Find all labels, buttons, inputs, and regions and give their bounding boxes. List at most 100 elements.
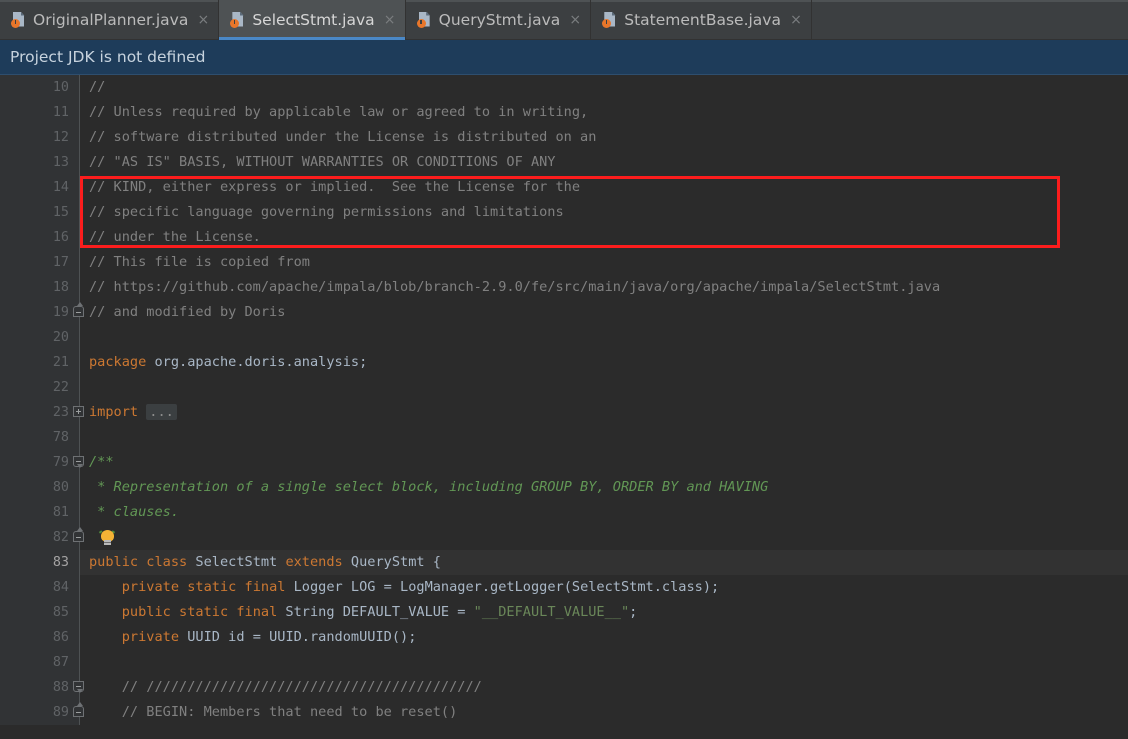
tab-label: QueryStmt.java	[438, 11, 561, 29]
code-line[interactable]: 82	[0, 525, 1128, 550]
code-line[interactable]: 13 // "AS IS" BASIS, WITHOUT WARRANTIES O…	[0, 150, 1128, 175]
close-icon[interactable]: ×	[567, 13, 581, 27]
code-editor[interactable]: 10 // 11 // Unless required by applicable l…	[0, 75, 1128, 739]
line-number-gutter[interactable]: 13	[0, 150, 79, 175]
code-line[interactable]: 78	[0, 425, 1128, 450]
line-number-gutter[interactable]: 21	[0, 350, 79, 375]
code-line[interactable]: 15 // specific language governing permiss…	[0, 200, 1128, 225]
line-number-gutter[interactable]: 15	[0, 200, 79, 225]
editor-tab-originalplanner-java[interactable]: OriginalPlanner.java ×	[0, 0, 220, 40]
fold-collapse-icon[interactable]	[73, 527, 86, 544]
code-token: // Unless required by applicable law or …	[89, 104, 589, 120]
fold-collapse-icon[interactable]	[73, 702, 86, 719]
line-number-gutter[interactable]: 23	[0, 400, 79, 425]
close-icon[interactable]: ×	[788, 13, 802, 27]
code-line[interactable]: 86 private UUID id = UUID.randomUUID();	[0, 625, 1128, 650]
line-number-gutter[interactable]: 86	[0, 625, 79, 650]
fold-collapse-icon[interactable]	[73, 456, 86, 469]
tab-label: SelectStmt.java	[252, 11, 375, 29]
code-token: * Representation of a single select bloc…	[89, 479, 769, 495]
lightbulb-intention-icon[interactable]	[98, 529, 116, 546]
line-number-gutter[interactable]: 79	[0, 450, 79, 475]
code-line[interactable]: 18 // https://github.com/apache/impala/bl…	[0, 275, 1128, 300]
line-number-gutter[interactable]: 84	[0, 575, 79, 600]
editor-tab-statementbase-java[interactable]: StatementBase.java ×	[591, 0, 812, 40]
line-number: 81	[52, 505, 69, 520]
code-line[interactable]: 20	[0, 325, 1128, 350]
line-number-gutter[interactable]: 17	[0, 250, 79, 275]
line-number-gutter[interactable]: 11	[0, 100, 79, 125]
code-line[interactable]: 89 // BEGIN: Members that need to be res…	[0, 700, 1128, 725]
line-number: 17	[52, 255, 69, 270]
line-number-gutter[interactable]: 10	[0, 75, 79, 100]
line-number-gutter[interactable]: 87	[0, 650, 79, 675]
code-line[interactable]: 17 // This file is copied from	[0, 250, 1128, 275]
code-line[interactable]: 80 * Representation of a single select b…	[0, 475, 1128, 500]
code-token: SelectStmt	[187, 554, 286, 570]
code-text: // "AS IS" BASIS, WITHOUT WARRANTIES OR …	[89, 150, 556, 175]
code-line[interactable]: 79 /**	[0, 450, 1128, 475]
editor-tab-querystmt-java[interactable]: QueryStmt.java ×	[406, 0, 592, 40]
fold-expand-icon[interactable]	[73, 406, 86, 419]
line-number-gutter[interactable]: 19	[0, 300, 79, 325]
code-line[interactable]: 11 // Unless required by applicable law o…	[0, 100, 1128, 125]
code-text: // Unless required by applicable law or …	[89, 100, 588, 125]
code-token: // https://github.com/apache/impala/blob…	[89, 279, 941, 295]
code-line[interactable]: 22	[0, 375, 1128, 400]
line-number-gutter[interactable]: 78	[0, 425, 79, 450]
notification-bar[interactable]: Project JDK is not defined	[0, 40, 1128, 75]
line-number-gutter[interactable]: 88	[0, 675, 79, 700]
line-number-gutter[interactable]: 14	[0, 175, 79, 200]
close-icon[interactable]: ×	[382, 13, 396, 27]
code-line[interactable]: 12 // software distributed under the Lice…	[0, 125, 1128, 150]
line-number-gutter[interactable]: 81	[0, 500, 79, 525]
code-token: // specific language governing permissio…	[89, 204, 564, 220]
java-file-icon	[11, 11, 26, 29]
code-line[interactable]: 81 * clauses.	[0, 500, 1128, 525]
code-line[interactable]: 84 private static final Logger LOG = Log…	[0, 575, 1128, 600]
gutter-divider	[79, 425, 80, 450]
code-text: // specific language governing permissio…	[89, 200, 564, 225]
code-token: class	[146, 554, 188, 570]
line-number-gutter[interactable]: 83	[0, 550, 79, 575]
gutter-divider	[79, 575, 80, 600]
code-line[interactable]: 19 // and modified by Doris	[0, 300, 1128, 325]
fold-collapse-icon[interactable]	[73, 681, 86, 694]
line-number-gutter[interactable]: 82	[0, 525, 79, 550]
line-number-gutter[interactable]: 22	[0, 375, 79, 400]
line-number-gutter[interactable]: 20	[0, 325, 79, 350]
line-number-gutter[interactable]: 89	[0, 700, 79, 725]
code-text: // and modified by Doris	[89, 300, 285, 325]
fold-collapse-icon[interactable]	[73, 302, 86, 319]
line-number-gutter[interactable]: 85	[0, 600, 79, 625]
java-file-icon	[602, 11, 617, 29]
code-line[interactable]: 88 // //////////////////////////////////…	[0, 675, 1128, 700]
code-line[interactable]: 23 import ...	[0, 400, 1128, 425]
code-token: UUID id = UUID.randomUUID();	[179, 629, 417, 645]
code-line[interactable]: 87	[0, 650, 1128, 675]
code-token: // This file is copied from	[89, 254, 310, 270]
code-text: // /////////////////////////////////////…	[89, 675, 482, 700]
line-number-gutter[interactable]: 12	[0, 125, 79, 150]
editor-tab-selectstmt-java[interactable]: SelectStmt.java ×	[219, 0, 406, 40]
line-number: 83	[52, 555, 69, 570]
line-number-gutter[interactable]: 16	[0, 225, 79, 250]
java-file-icon	[416, 11, 432, 29]
close-icon[interactable]: ×	[195, 13, 209, 27]
code-token: import	[89, 404, 139, 420]
code-line[interactable]: 83 public class SelectStmt extends QueryS…	[0, 550, 1128, 575]
gutter-divider	[79, 500, 80, 525]
code-token: //	[89, 79, 106, 95]
code-line[interactable]: 10 //	[0, 75, 1128, 100]
line-number-gutter[interactable]: 18	[0, 275, 79, 300]
code-line[interactable]: 85 public static final String DEFAULT_VA…	[0, 600, 1128, 625]
line-number-gutter[interactable]: 80	[0, 475, 79, 500]
gutter-divider	[79, 325, 80, 350]
code-line[interactable]: 14 // KIND, either express or implied. Se…	[0, 175, 1128, 200]
code-text: private static final Logger LOG = LogMan…	[89, 575, 719, 600]
code-token: private	[121, 629, 180, 645]
code-line[interactable]: 21 package org.apache.doris.analysis;	[0, 350, 1128, 375]
code-token: // KIND, either express or implied. See …	[89, 179, 581, 195]
code-line[interactable]: 16 // under the License.	[0, 225, 1128, 250]
